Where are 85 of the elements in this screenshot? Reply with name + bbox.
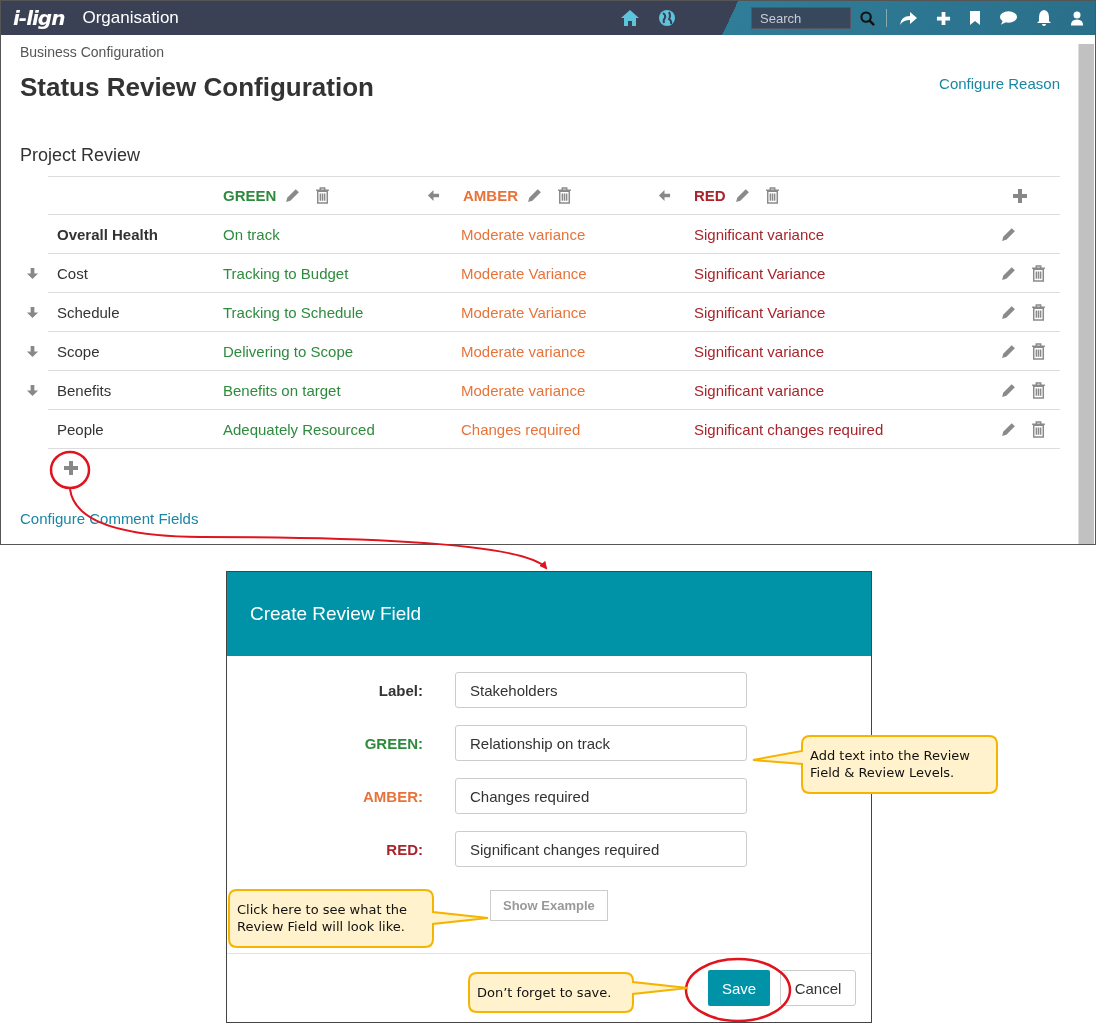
search-icon[interactable] [860,10,875,26]
trash-icon[interactable] [1031,303,1046,321]
input-field[interactable]: Changes required [455,778,747,814]
logo[interactable]: i-lign [13,6,65,30]
configure-comment-link[interactable]: Configure Comment Fields [20,510,1060,527]
level-text: Tracking to Schedule [223,303,364,321]
pencil-icon[interactable] [284,187,302,204]
pencil-icon[interactable] [1000,303,1017,321]
level-text: Significant Variance [694,303,826,321]
left-arrow-icon[interactable] [427,189,440,202]
level-text: Delivering to Scope [223,342,354,360]
down-arrow-icon[interactable] [26,267,39,280]
bookmark-icon[interactable] [969,10,981,26]
home-icon[interactable] [620,9,640,27]
field-label: Cost [57,264,88,282]
level-heading: RED [694,187,726,204]
add-row-icon[interactable] [63,460,79,476]
trash-icon[interactable] [764,187,780,204]
down-arrow-icon[interactable] [26,306,39,319]
scrollbar[interactable] [1078,44,1094,544]
level-text: Significant variance [694,381,825,399]
level-text: Tracking to Budget [223,264,349,282]
bell-icon[interactable] [1036,9,1052,27]
field-label: Scope [57,342,100,360]
pencil-icon[interactable] [1000,420,1017,438]
input-field[interactable]: Significant changes required [455,831,747,867]
field-label: GREEN: [363,734,423,752]
save-button[interactable]: Save [708,970,770,1006]
highlight-circle [49,450,91,490]
dialog-title: Create Review Field [250,603,422,625]
level-text: Significant variance [694,225,825,243]
trash-icon[interactable] [557,187,572,204]
input-field[interactable]: Stakeholders [455,672,747,708]
search-field[interactable]: Search [751,7,851,29]
page-title: Status Review Configuration [20,72,374,103]
app-title: Organisation [82,8,179,28]
input-field[interactable]: Relationship on track [455,725,747,761]
level-heading: GREEN [223,187,277,204]
level-text: Significant variance [694,342,825,360]
level-text: Adequately Resourced [223,420,375,438]
section-title: Project Review [20,145,142,166]
down-arrow-icon[interactable] [26,345,39,358]
trash-icon[interactable] [1031,264,1046,282]
globe-icon[interactable] [658,9,676,27]
level-text: Moderate Variance [461,264,587,282]
level-text: Moderate variance [461,225,586,243]
cancel-button[interactable]: Cancel [780,970,856,1006]
pencil-icon[interactable] [526,187,543,204]
field-label: AMBER: [362,787,423,805]
trash-icon[interactable] [1031,381,1046,399]
callout-text: Add text into the Review Field & Review Levels. [810,746,971,783]
level-text: Significant changes required [694,420,884,438]
pencil-icon[interactable] [733,187,751,204]
level-text: Benefits on target [223,381,341,399]
callout-text: Don’t forget to save. [477,983,613,1002]
user-icon[interactable] [1070,9,1084,27]
trash-icon[interactable] [315,187,331,204]
share-icon[interactable] [898,10,918,26]
down-arrow-icon[interactable] [26,384,39,397]
level-text: Moderate variance [461,342,586,360]
field-label: Overall Health [57,225,158,243]
configure-reason-link[interactable]: Configure Reason [939,75,1060,92]
field-label: Label: [377,681,423,699]
pencil-icon[interactable] [1000,342,1017,360]
level-text: Moderate variance [461,381,586,399]
trash-icon[interactable] [1031,342,1046,360]
plus-icon[interactable] [936,10,951,26]
trash-icon[interactable] [1031,420,1046,438]
level-text: Moderate Variance [461,303,587,321]
level-heading: AMBER [463,187,518,204]
add-level-icon[interactable] [1012,187,1028,204]
level-text: On track [223,225,280,243]
callout-text: Click here to see what the Review Field will look like. [237,900,409,937]
pencil-icon[interactable] [1000,381,1017,399]
pencil-icon[interactable] [1000,225,1017,243]
field-label: People [57,420,104,438]
level-text: Significant Variance [694,264,826,282]
chat-icon[interactable] [999,10,1018,26]
pencil-icon[interactable] [1000,264,1017,282]
left-arrow-icon[interactable] [658,189,671,202]
field-label: Benefits [57,381,112,399]
field-label: RED: [385,840,423,858]
field-label: Schedule [57,303,120,321]
level-text: Changes required [461,420,581,438]
breadcrumb[interactable]: Business Configuration [20,44,374,60]
